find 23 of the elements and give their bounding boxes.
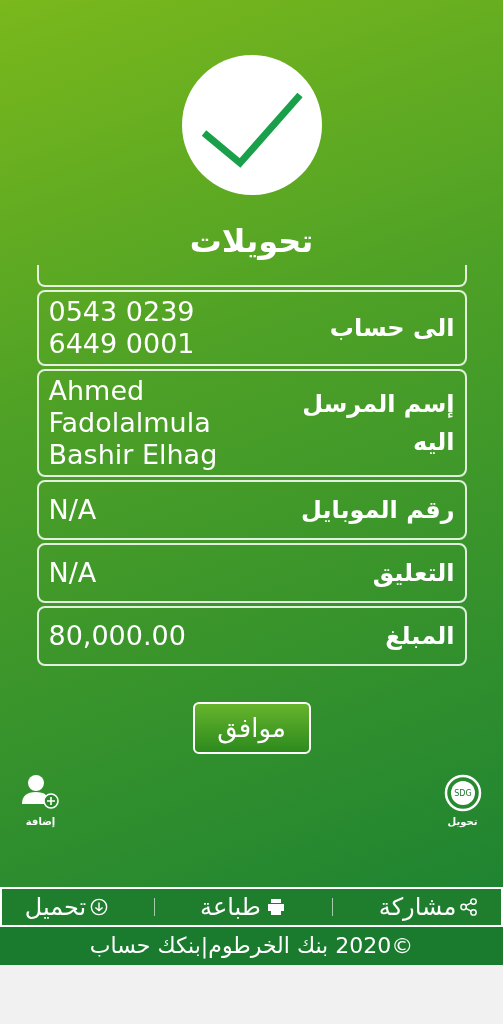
- success-check-icon: [181, 55, 322, 195]
- detail-value: 80,000.00: [48, 620, 186, 652]
- download-icon: [90, 898, 109, 916]
- shortcut-label: تحويل: [447, 816, 478, 827]
- copyright-text: ©2020 بنك الخرطوم|بنكك حساب: [0, 927, 503, 965]
- currency-badge-icon[interactable]: SDG: [443, 774, 482, 812]
- detail-value: 0543 0239 6449 0001: [48, 296, 195, 360]
- action-button[interactable]: مشاركة: [378, 893, 479, 921]
- shortcut-label: إضافة: [25, 816, 56, 827]
- action-button[interactable]: طباعة: [200, 893, 287, 921]
- detail-label: المبلغ: [385, 621, 455, 652]
- detail-value: N/A: [48, 557, 97, 589]
- action-button[interactable]: تحميل: [24, 893, 109, 921]
- detail-value: Ahmed Fadolalmula Bashir Elhag: [48, 375, 218, 471]
- add-user-icon[interactable]: [21, 774, 60, 812]
- share-icon: [460, 898, 479, 916]
- detail-label: إسم المرسل اليه: [301, 389, 455, 458]
- detail-label: رقم الموبايل: [300, 495, 455, 526]
- detail-value: N/A: [48, 494, 97, 526]
- detail-label: التعليق: [372, 558, 455, 589]
- detail-label: الى حساب: [329, 313, 455, 344]
- ok-button[interactable]: موافق: [192, 702, 311, 754]
- page-title: تحويلات: [189, 221, 314, 261]
